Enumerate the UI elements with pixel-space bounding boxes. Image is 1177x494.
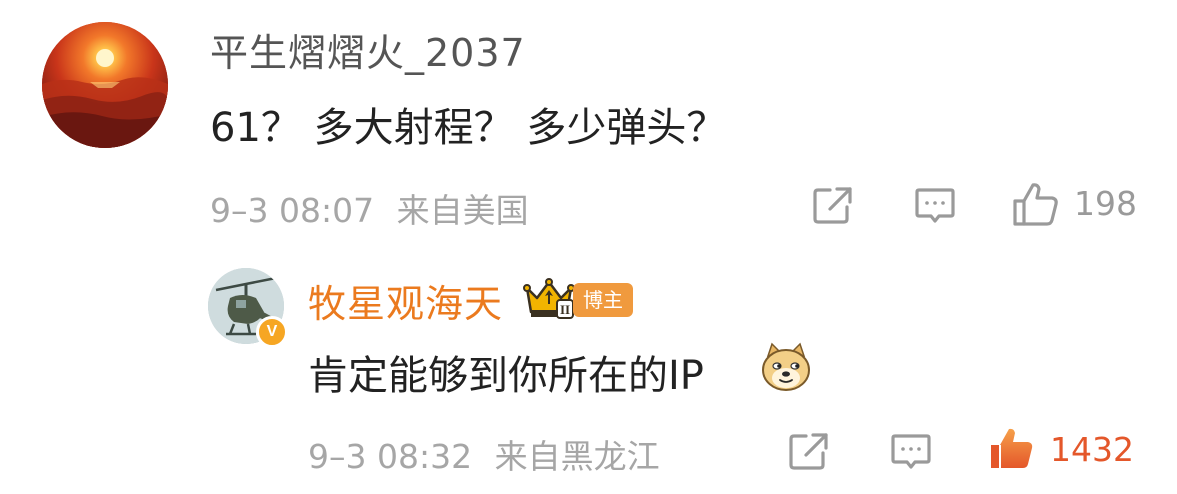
doge-emoji-graphic — [762, 342, 810, 391]
comment-thread: 平生熠熠火_2037 61？ 多大射程？ 多少弹头？ 9–3 08:07 来自美… — [0, 0, 1177, 494]
comment-button[interactable] — [890, 432, 932, 472]
comment-text: 肯定能够到你所在的IP — [308, 353, 704, 399]
like-icon-active — [991, 428, 1033, 468]
comment-meta: 9–3 08:07 来自美国 — [210, 184, 529, 232]
comment-date: 9–3 08:07 — [210, 191, 375, 230]
comment-username[interactable]: 平生熠熠火_2037 — [210, 22, 526, 77]
sunset-avatar-image — [42, 22, 168, 148]
comment-location: 来自黑龙江 — [494, 437, 660, 476]
crown-level: II — [560, 302, 570, 317]
comment-text: 61？ 多大射程？ 多少弹头？ — [210, 105, 727, 151]
like-count: 198 — [1074, 184, 1137, 223]
verified-icon: V — [256, 316, 288, 348]
comment-username[interactable]: 牧星观海天 — [308, 273, 503, 328]
comment-meta: 9–3 08:32 来自黑龙江 — [308, 430, 660, 478]
comment-button[interactable] — [914, 186, 956, 226]
like-icon — [1013, 183, 1058, 226]
share-icon — [789, 433, 828, 470]
like-button[interactable] — [1012, 181, 1060, 227]
share-button[interactable] — [788, 431, 830, 471]
comment-icon — [915, 188, 955, 223]
comment-icon — [891, 434, 931, 469]
crown-badge-graphic: II — [523, 278, 575, 319]
like-button[interactable] — [988, 425, 1036, 471]
avatar-container[interactable]: V — [208, 268, 288, 348]
author-badge: 博主 — [573, 283, 633, 317]
doge-emoji — [760, 342, 812, 392]
avatar[interactable] — [42, 22, 168, 148]
crown-icon: II — [523, 278, 575, 320]
comment-date: 9–3 08:32 — [308, 437, 473, 476]
like-count: 1432 — [1050, 430, 1134, 469]
comment-location: 来自美国 — [396, 191, 529, 230]
share-button[interactable] — [812, 185, 854, 225]
share-icon — [813, 187, 852, 224]
